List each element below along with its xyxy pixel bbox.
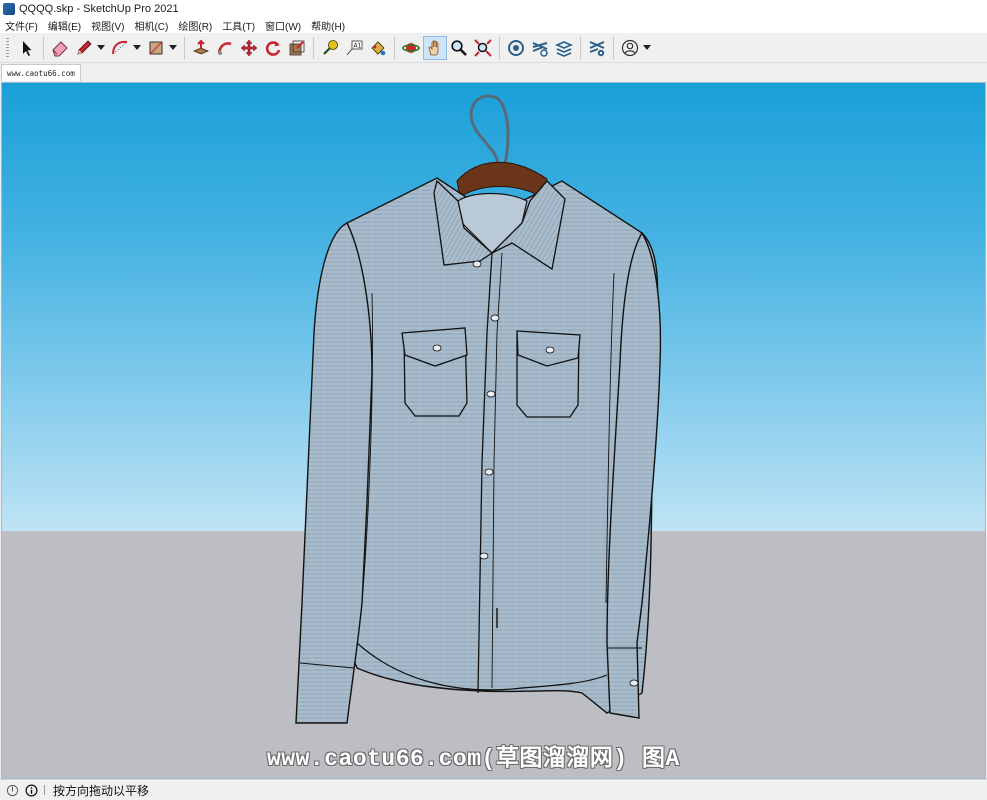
window-title: QQQQ.skp - SketchUp Pro 2021	[19, 2, 179, 15]
account-button[interactable]	[618, 36, 642, 60]
tape-measure-icon	[323, 39, 338, 55]
triangle-down-icon	[133, 45, 141, 50]
rectangle-tool-button[interactable]	[144, 36, 168, 60]
layout-button[interactable]	[552, 36, 576, 60]
menu-edit[interactable]: 编辑(E)	[48, 18, 81, 33]
scale-tool-button[interactable]	[285, 36, 309, 60]
scale-icon	[289, 40, 305, 55]
push-pull-icon	[192, 39, 210, 54]
model-viewport[interactable]: www.caotu66.com(草图溜溜网) 图A	[1, 82, 986, 779]
extension-manager-button[interactable]	[585, 36, 609, 60]
orbit-icon	[402, 42, 420, 53]
user-account-icon	[621, 39, 639, 56]
toolbar-separator	[313, 36, 314, 59]
rotate-icon	[265, 40, 281, 56]
shirt-button	[490, 314, 500, 322]
follow-me-tool-button[interactable]	[213, 36, 237, 60]
arc-tool-dropdown[interactable]	[132, 36, 142, 60]
pan-tool-button[interactable]	[423, 35, 447, 60]
pencil-icon	[77, 39, 92, 55]
orbit-tool-button[interactable]	[399, 36, 423, 60]
toolbar-separator	[184, 36, 185, 59]
line-tool-dropdown[interactable]	[96, 36, 106, 60]
menu-tools[interactable]: 工具(T)	[222, 18, 255, 33]
3d-warehouse-button[interactable]	[504, 36, 528, 60]
eraser-icon	[52, 40, 68, 56]
menu-help[interactable]: 帮助(H)	[311, 18, 345, 33]
follow-me-icon	[217, 41, 232, 55]
shirt-button	[486, 390, 496, 398]
warehouse-icon	[508, 39, 524, 56]
rotate-tool-button[interactable]	[261, 36, 285, 60]
sketchup-logo-icon	[3, 2, 15, 15]
zoom-tool-button[interactable]	[447, 36, 471, 60]
shirt-model	[295, 94, 662, 724]
scene-tab-label: www.caotu66.com	[7, 68, 75, 78]
menu-file[interactable]: 文件(F)	[5, 18, 38, 33]
triangle-down-icon	[643, 45, 651, 50]
menu-camera[interactable]: 相机(C)	[134, 18, 168, 33]
toolbar-separator	[394, 36, 395, 59]
triangle-down-icon	[97, 45, 105, 50]
move-tool-button[interactable]	[237, 36, 261, 60]
toolbar-separator	[499, 36, 500, 59]
tape-measure-tool-button[interactable]	[318, 36, 342, 60]
toolbar-separator	[580, 36, 581, 59]
menu-window[interactable]: 窗口(W)	[265, 18, 301, 33]
toolbar-grip[interactable]	[6, 37, 9, 58]
extension-warehouse-icon	[532, 41, 548, 57]
triangle-down-icon	[169, 45, 177, 50]
select-tool-button[interactable]	[15, 36, 39, 60]
push-pull-tool-button[interactable]	[189, 36, 213, 60]
shirt-button	[479, 552, 489, 560]
zoom-extents-icon	[474, 38, 492, 57]
arc-icon	[112, 40, 128, 54]
zoom-extents-tool-button[interactable]	[471, 36, 495, 60]
hanger-body	[456, 161, 548, 198]
extension-manager-icon	[589, 40, 605, 56]
scene-tab-bar: www.caotu66.com	[0, 63, 987, 82]
scene-tab[interactable]: www.caotu66.com	[1, 64, 81, 81]
magnifier-icon	[451, 39, 467, 56]
geo-location-icon[interactable]	[5, 783, 19, 797]
shirt-button	[472, 260, 482, 268]
line-tool-button[interactable]	[72, 36, 96, 60]
menu-view[interactable]: 视图(V)	[91, 18, 124, 33]
svg-text:A1: A1	[354, 42, 362, 49]
arrow-cursor-icon	[23, 40, 32, 56]
main-toolbar: A1	[0, 33, 987, 63]
title-bar: QQQQ.skp - SketchUp Pro 2021	[0, 0, 987, 17]
text-tool-button[interactable]: A1	[342, 36, 366, 60]
paint-bucket-icon	[371, 40, 386, 55]
toolbar-separator	[613, 36, 614, 59]
watermark-text: www.caotu66.com(草图溜溜网) 图A	[267, 746, 680, 772]
rectangle-icon	[149, 41, 163, 54]
info-icon[interactable]	[24, 783, 38, 797]
paint-bucket-tool-button[interactable]	[366, 36, 390, 60]
layout-stack-icon	[555, 40, 573, 57]
eraser-tool-button[interactable]	[48, 36, 72, 60]
move-arrows-icon	[240, 39, 258, 56]
account-dropdown[interactable]	[642, 36, 652, 60]
toolbar-separator	[43, 36, 44, 59]
status-bar: 按方向拖动以平移	[0, 779, 987, 800]
shirt-button	[484, 468, 494, 476]
menu-draw[interactable]: 绘图(R)	[178, 18, 212, 33]
extension-warehouse-button[interactable]	[528, 36, 552, 60]
status-divider	[44, 785, 45, 795]
hand-icon	[428, 39, 439, 55]
status-message: 按方向拖动以平移	[53, 783, 150, 798]
menu-bar: 文件(F) 编辑(E) 视图(V) 相机(C) 绘图(R) 工具(T) 窗口(W…	[0, 17, 987, 33]
arc-tool-button[interactable]	[108, 36, 132, 60]
text-label-icon: A1	[346, 40, 363, 55]
rectangle-tool-dropdown[interactable]	[168, 36, 178, 60]
sketchup-window: QQQQ.skp - SketchUp Pro 2021 文件(F) 编辑(E)…	[0, 0, 987, 800]
